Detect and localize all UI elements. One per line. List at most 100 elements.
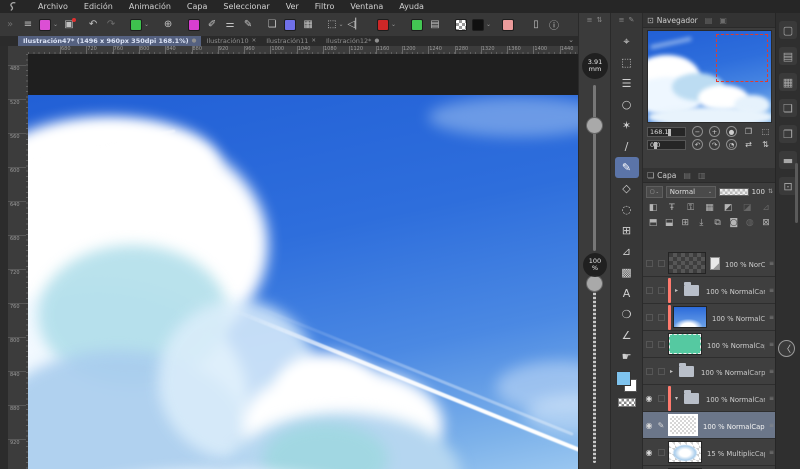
layer-panel-icon[interactable]: ❏ bbox=[779, 99, 797, 117]
combine-down-icon[interactable]: ⧉ bbox=[711, 218, 725, 228]
document-tab-2[interactable]: Ilustración11 ✕ bbox=[261, 36, 321, 46]
layer-thumbnail[interactable] bbox=[668, 333, 702, 355]
layer-property-panel-icon[interactable]: ▦ bbox=[779, 73, 797, 91]
clip-to-layer-below-icon[interactable]: ◧ bbox=[646, 203, 660, 213]
folder-expanded-icon[interactable]: ▾ bbox=[673, 395, 680, 402]
brush-size-slider[interactable] bbox=[593, 85, 596, 251]
subview-panel-icon[interactable]: ▤ bbox=[779, 47, 797, 65]
fit-to-screen-button[interactable]: ❐ bbox=[743, 126, 754, 137]
redo-icon[interactable]: ↷ bbox=[104, 17, 118, 33]
frame-border-tool[interactable]: ⊞ bbox=[615, 220, 639, 241]
layer-thumbnail[interactable] bbox=[668, 252, 706, 274]
layer-visibility-toggle[interactable] bbox=[644, 367, 654, 375]
document-tab-0[interactable]: Ilustración47* (1496 x 960px 350dpi 168.… bbox=[18, 36, 202, 46]
balloon-tool[interactable]: ❍ bbox=[615, 304, 639, 325]
pen-tool-icon[interactable]: ✎ bbox=[241, 17, 255, 33]
operation-tool[interactable]: ⌖ bbox=[615, 31, 639, 52]
layer-search-tab-icon[interactable]: ▥ bbox=[698, 171, 706, 180]
layer-visibility-toggle[interactable]: ◉ bbox=[644, 394, 654, 403]
paper-thumbnail-icon[interactable] bbox=[710, 256, 720, 270]
flip-view-icon[interactable]: ◁▏ bbox=[348, 17, 363, 33]
auto-select-tool[interactable]: ✶ bbox=[615, 115, 639, 136]
flip-horizontal-button[interactable]: ⇄ bbox=[743, 139, 754, 150]
new-raster-layer-icon[interactable]: ⬒ bbox=[646, 218, 660, 228]
reference-layer-icon[interactable] bbox=[283, 17, 297, 33]
new-vector-layer-icon[interactable]: ⬓ bbox=[662, 218, 676, 228]
brush-size-slider-handle[interactable] bbox=[586, 117, 603, 134]
layer-row[interactable]: 100 % NorCanvas≡ bbox=[643, 250, 776, 277]
layer-opacity-slider[interactable] bbox=[719, 187, 749, 196]
hand-tool[interactable]: ☛ bbox=[615, 346, 639, 367]
zoom-tool-icon[interactable]: ⊕ bbox=[161, 17, 175, 33]
layer-row[interactable]: 100 % NormalCapa 13≡ bbox=[643, 331, 776, 358]
panel-menu-icon[interactable]: ≡ bbox=[619, 16, 625, 24]
panel-menu-icon[interactable]: ≡ bbox=[587, 16, 593, 24]
reset-rotation-button[interactable]: ◔ bbox=[726, 139, 737, 150]
zoom-value-field[interactable]: 168.1 bbox=[647, 126, 686, 137]
menu-animación[interactable]: Animación bbox=[121, 0, 179, 13]
layer-visibility-toggle[interactable]: ◉ bbox=[644, 421, 654, 430]
rotate-value-field[interactable]: 0.0 bbox=[647, 139, 686, 150]
palette-color-combo[interactable]: ▢ ⌄ bbox=[646, 185, 663, 198]
layer-thumbnail[interactable] bbox=[668, 414, 698, 436]
black-color-icon[interactable]: ⌄ bbox=[471, 17, 491, 33]
layer-row[interactable]: ◉▾100 % NormalCarpeta 1≡ bbox=[643, 385, 776, 412]
layer-row[interactable]: 100 % NormalCarpeta 3 - copia 2≡ bbox=[643, 304, 776, 331]
figure-tool[interactable]: ☰ bbox=[615, 73, 639, 94]
layer-check-slot[interactable] bbox=[656, 259, 666, 267]
layer-stack-icon[interactable]: ❏ bbox=[265, 17, 279, 33]
toolbar-overflow-icon[interactable]: » bbox=[3, 17, 17, 33]
collapse-panels-button[interactable]: 〈 bbox=[778, 340, 795, 357]
new-folder-icon[interactable]: ⊞ bbox=[678, 218, 692, 228]
zoom-reset-button[interactable]: ● bbox=[726, 126, 737, 137]
layer-property-tab-icon[interactable]: ▤ bbox=[683, 171, 691, 180]
dock-scrollbar[interactable] bbox=[795, 163, 798, 223]
save-icon[interactable]: ▤ bbox=[428, 17, 442, 33]
transparent-color-swatch[interactable] bbox=[617, 398, 636, 407]
editing-pencil-icon[interactable]: ✎ bbox=[656, 421, 666, 430]
canvas-artwork[interactable] bbox=[28, 95, 578, 469]
document-tab-1[interactable]: Ilustración10 ✕ bbox=[201, 36, 261, 46]
correction-sliders-icon[interactable]: ⚌ bbox=[223, 17, 237, 33]
menu-archivo[interactable]: Archivo bbox=[30, 0, 76, 13]
tab-close-icon[interactable]: ✕ bbox=[311, 38, 316, 44]
opacity-slider[interactable] bbox=[593, 285, 596, 463]
rotate-right-button[interactable]: ↷ bbox=[709, 139, 720, 150]
layer-check-slot[interactable] bbox=[656, 367, 666, 375]
menu-capa[interactable]: Capa bbox=[179, 0, 215, 13]
magenta-marker-icon[interactable] bbox=[187, 17, 201, 33]
tab-close-icon[interactable]: ● bbox=[374, 38, 379, 44]
transfer-down-icon[interactable]: ⤓ bbox=[694, 218, 708, 228]
tab-close-icon[interactable]: ● bbox=[192, 38, 197, 44]
layer-check-slot[interactable] bbox=[656, 286, 666, 294]
selection-area-icon[interactable]: ⬚ ⌄ bbox=[327, 17, 343, 33]
rotate-left-button[interactable]: ↶ bbox=[692, 139, 703, 150]
menu-seleccionar[interactable]: Seleccionar bbox=[215, 0, 277, 13]
layer-panel-header[interactable]: ❏ Capa ▤ ▥ bbox=[643, 168, 776, 183]
apply-mask-icon[interactable]: ◍ bbox=[743, 218, 757, 228]
pink-color-icon[interactable] bbox=[501, 17, 515, 33]
draft-layer-icon[interactable]: Ŧ bbox=[665, 203, 679, 213]
info-icon[interactable]: ⓘ bbox=[547, 17, 561, 33]
gradient-tool[interactable]: ▩ bbox=[615, 262, 639, 283]
layer-opacity-value[interactable]: 100 bbox=[752, 188, 765, 196]
delete-layer-icon[interactable]: ⊠ bbox=[759, 218, 773, 228]
menu-filtro[interactable]: Filtro bbox=[307, 0, 343, 13]
folder-collapsed-icon[interactable]: ▸ bbox=[668, 368, 675, 375]
lasso-tool[interactable]: ○ bbox=[615, 94, 639, 115]
hamburger-menu-icon[interactable]: ≡ bbox=[21, 17, 35, 33]
layer-check-slot[interactable] bbox=[656, 448, 666, 456]
grid-view-icon[interactable]: ▦ bbox=[301, 17, 315, 33]
opacity-slider-handle[interactable] bbox=[586, 275, 603, 292]
foreground-color-swatch[interactable] bbox=[615, 371, 631, 386]
lock-layer-icon[interactable]: ⚿ bbox=[684, 203, 698, 213]
subview-tab-icon[interactable]: ▤ bbox=[705, 16, 713, 25]
layer-visibility-toggle[interactable] bbox=[644, 286, 654, 294]
layer-check-slot[interactable] bbox=[656, 313, 666, 321]
menu-ver[interactable]: Ver bbox=[278, 0, 307, 13]
slider-settings-icon[interactable]: ⇅ bbox=[597, 16, 603, 24]
lock-transparent-pixels-icon[interactable]: ▦ bbox=[702, 203, 716, 213]
navigator-preview[interactable] bbox=[647, 30, 772, 123]
eraser-tool[interactable]: ◇ bbox=[615, 178, 639, 199]
tab-overflow-chevron-icon[interactable]: ⌄ bbox=[568, 36, 574, 44]
